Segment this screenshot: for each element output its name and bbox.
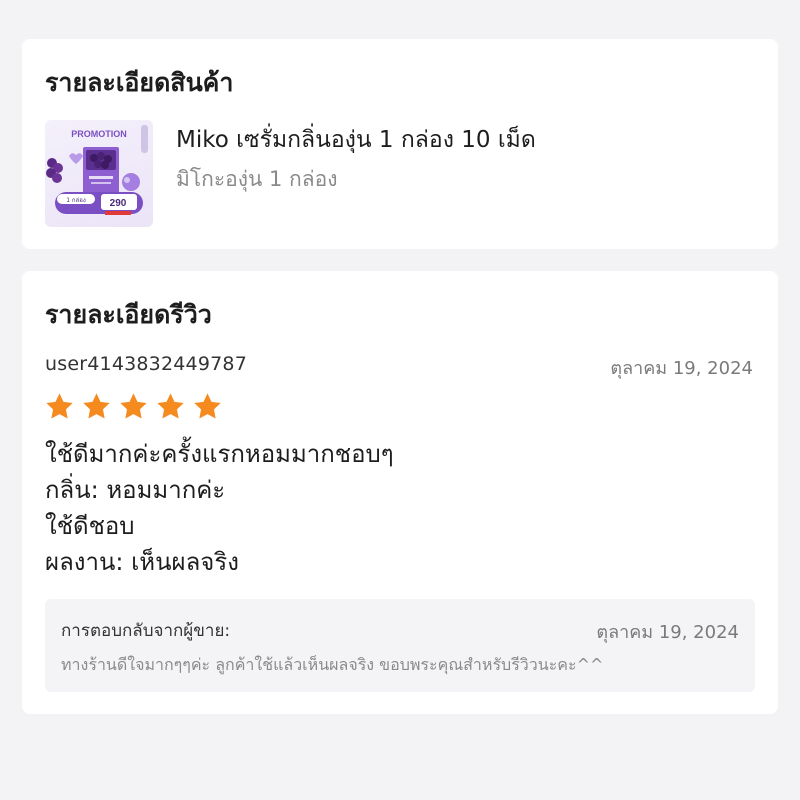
product-thumbnail[interactable]: PROMOTION 1 กล่อง 290 <box>45 120 153 227</box>
seller-reply-box: การตอบกลับจากผู้ขาย: ตุลาคม 19, 2024 ทาง… <box>45 599 755 692</box>
star-icon <box>46 393 73 419</box>
review-line: ใช้ดีมากค่ะครั้งแรกหอมมากชอบๆ <box>45 440 394 468</box>
review-line: ใช้ดีชอบ <box>45 512 135 540</box>
product-details-card: รายละเอียดสินค้า PROMOTION 1 กล่อง 290 M… <box>22 39 778 249</box>
review-line: กลิ่น: หอมมากค่ะ <box>45 476 226 504</box>
star-icon <box>157 393 184 419</box>
product-name[interactable]: Miko เซรั่มกลิ่นองุ่น 1 กล่อง 10 เม็ด <box>176 122 536 158</box>
review-section-title: รายละเอียดรีวิว <box>45 300 212 329</box>
product-image-icon: PROMOTION 1 กล่อง 290 <box>46 125 148 215</box>
star-rating <box>44 391 223 422</box>
seller-reply-date: ตุลาคม 19, 2024 <box>596 622 739 643</box>
review-details-card: รายละเอียดรีวิว user4143832449787 ตุลาคม… <box>22 271 778 714</box>
reviewer-username: user4143832449787 <box>45 353 247 375</box>
thumb-price: 290 <box>110 198 127 209</box>
thumb-badge-text: PROMOTION <box>71 129 127 139</box>
star-icon <box>83 393 110 419</box>
seller-reply-label: การตอบกลับจากผู้ขาย: <box>61 621 231 641</box>
product-section-title: รายละเอียดสินค้า <box>45 68 234 97</box>
seller-reply-text: ทางร้านดีใจมากๆๆค่ะ ลูกค้าใช้แล้วเห็นผลจ… <box>61 655 604 674</box>
product-variant: มิโกะองุ่น 1 กล่อง <box>176 167 338 191</box>
star-icon <box>120 393 147 419</box>
review-line: ผลงาน: เห็นผลจริง <box>45 548 239 576</box>
thumb-pill-label: 1 กล่อง <box>66 197 86 204</box>
review-date: ตุลาคม 19, 2024 <box>610 358 753 379</box>
review-body: ใช้ดีมากค่ะครั้งแรกหอมมากชอบๆ กลิ่น: หอม… <box>45 436 394 580</box>
star-icon <box>194 393 221 419</box>
